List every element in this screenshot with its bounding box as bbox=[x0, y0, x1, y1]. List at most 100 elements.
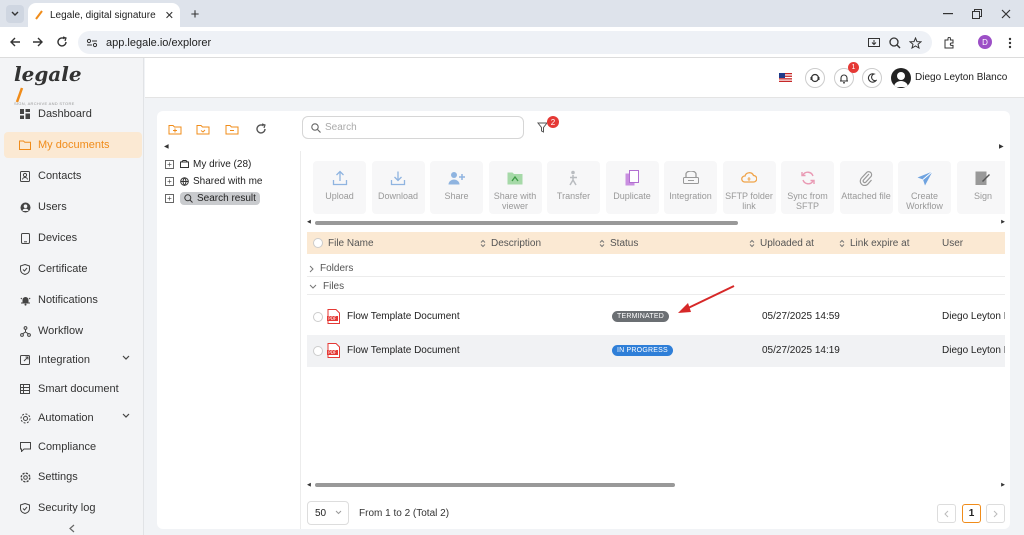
files-group[interactable]: Files bbox=[307, 279, 1005, 295]
reload-button[interactable] bbox=[53, 33, 71, 51]
browser-tab[interactable]: Legale, digital signature ✕ bbox=[28, 3, 180, 27]
upload-button[interactable]: Upload bbox=[313, 161, 366, 214]
page-size-select[interactable]: 50 bbox=[307, 501, 349, 525]
scroll-left-arrow-icon[interactable]: ◀ bbox=[307, 482, 311, 488]
tree-item-shared[interactable]: + Shared with me bbox=[165, 174, 262, 188]
folders-group[interactable]: Folders bbox=[307, 261, 1005, 277]
scroll-left-arrow-icon[interactable]: ◀ bbox=[164, 143, 169, 150]
column-description[interactable]: Description bbox=[480, 238, 541, 249]
transfer-button[interactable]: Transfer bbox=[547, 161, 600, 214]
sidebar-item-workflow[interactable]: Workflow bbox=[4, 318, 142, 344]
toolbar-button-label: Duplicate bbox=[613, 191, 651, 201]
restore-icon bbox=[972, 9, 982, 19]
new-tab-button[interactable]: + bbox=[186, 5, 204, 23]
sidebar-item-dashboard[interactable]: Dashboard bbox=[4, 101, 142, 127]
select-all-checkbox[interactable] bbox=[313, 238, 323, 248]
column-file-name[interactable]: File Name bbox=[328, 238, 374, 249]
search-box[interactable] bbox=[302, 116, 524, 139]
column-link-expire-at[interactable]: Link expire at bbox=[839, 238, 909, 249]
sidebar-item-users[interactable]: Users bbox=[4, 194, 142, 220]
share-with-viewer-button[interactable]: Share with viewer bbox=[488, 161, 542, 214]
pane-divider[interactable] bbox=[300, 151, 301, 529]
row-checkbox[interactable] bbox=[313, 346, 323, 356]
browser-menu-icon[interactable] bbox=[1002, 35, 1018, 51]
url-bar[interactable]: app.legale.io/explorer bbox=[78, 31, 932, 54]
sidebar-item-compliance[interactable]: Compliance bbox=[4, 434, 142, 460]
sign-button[interactable]: Sign bbox=[956, 161, 1005, 214]
scrollbar-thumb[interactable] bbox=[315, 483, 675, 487]
legale-logo[interactable]: legale SIGN, ARCHIVE AND STORE bbox=[14, 62, 84, 106]
column-uploaded-at[interactable]: Uploaded at bbox=[749, 238, 814, 249]
new-folder-button[interactable] bbox=[167, 121, 183, 137]
scroll-right-arrow-icon[interactable]: ▶ bbox=[1001, 219, 1005, 225]
page-number-button[interactable]: 1 bbox=[962, 504, 981, 523]
user-avatar[interactable] bbox=[891, 68, 911, 88]
expand-icon[interactable]: + bbox=[165, 193, 174, 203]
scroll-right-arrow-icon[interactable]: ▶ bbox=[999, 143, 1004, 150]
sftp-folder-link-button[interactable]: SFTP folder link bbox=[722, 161, 776, 214]
legale-favicon-icon bbox=[35, 10, 43, 20]
forward-button[interactable] bbox=[29, 33, 47, 51]
column-user[interactable]: User bbox=[942, 238, 963, 249]
extensions-icon[interactable] bbox=[941, 35, 957, 51]
tab-search-button[interactable] bbox=[6, 5, 24, 23]
sidebar-item-security-log[interactable]: Security log bbox=[4, 495, 142, 521]
table-row[interactable]: PDF Flow Template Document IN PROGRESS 0… bbox=[307, 335, 1005, 367]
refresh-button[interactable] bbox=[253, 121, 269, 137]
sidebar-item-automation[interactable]: Automation bbox=[4, 405, 142, 431]
chevron-down-icon[interactable] bbox=[122, 355, 130, 360]
table-scrollbar[interactable]: ◀ ▶ bbox=[307, 481, 1005, 489]
sidebar-item-settings[interactable]: Settings bbox=[4, 464, 142, 490]
sidebar-item-contacts[interactable]: Contacts bbox=[4, 163, 142, 189]
delete-folder-button[interactable] bbox=[224, 121, 240, 137]
collapse-sidebar-button[interactable] bbox=[65, 522, 79, 534]
table-row[interactable]: PDF Flow Template Document TERMINATED 05… bbox=[307, 301, 1005, 333]
sidebar-item-notifications[interactable]: Notifications bbox=[4, 287, 142, 313]
scroll-right-arrow-icon[interactable]: ▶ bbox=[1001, 482, 1005, 488]
sync-from-sftp-button[interactable]: Sync from SFTP bbox=[781, 161, 834, 214]
chevron-down-icon[interactable] bbox=[122, 413, 130, 418]
sidebar-item-certificate[interactable]: Certificate bbox=[4, 256, 142, 282]
theme-toggle-button[interactable] bbox=[862, 68, 882, 88]
integration-button[interactable]: Integration bbox=[664, 161, 717, 214]
profile-avatar[interactable]: D bbox=[978, 35, 992, 49]
toolbar-scrollbar[interactable]: ◀ ▶ bbox=[307, 219, 1005, 226]
scrollbar-thumb[interactable] bbox=[315, 221, 738, 225]
install-app-icon[interactable] bbox=[866, 35, 882, 51]
bookmark-star-icon[interactable] bbox=[907, 35, 923, 51]
file-name[interactable]: Flow Template Document bbox=[347, 345, 460, 356]
share-button[interactable]: Share bbox=[430, 161, 483, 214]
row-checkbox[interactable] bbox=[313, 312, 323, 322]
support-button[interactable] bbox=[805, 68, 825, 88]
sidebar-item-devices[interactable]: Devices bbox=[4, 225, 142, 251]
tree-item-my-drive[interactable]: + My drive (28) bbox=[165, 157, 251, 171]
minimize-button[interactable] bbox=[938, 4, 958, 24]
sidebar-item-integration[interactable]: Integration bbox=[4, 347, 142, 373]
attached-file-button[interactable]: Attached file bbox=[839, 161, 893, 214]
duplicate-button[interactable]: Duplicate bbox=[605, 161, 659, 214]
expand-icon[interactable]: + bbox=[165, 159, 174, 169]
prev-page-button[interactable] bbox=[937, 504, 956, 523]
back-button[interactable] bbox=[6, 33, 24, 51]
zoom-icon[interactable] bbox=[887, 35, 903, 51]
sftp-link-icon bbox=[741, 169, 757, 187]
download-button[interactable]: Download bbox=[371, 161, 425, 214]
us-flag-icon[interactable] bbox=[779, 73, 792, 82]
expand-icon[interactable]: + bbox=[165, 176, 174, 186]
close-window-button[interactable] bbox=[996, 4, 1016, 24]
scroll-left-arrow-icon[interactable]: ◀ bbox=[307, 219, 311, 225]
user-name[interactable]: Diego Leyton Blanco bbox=[915, 72, 1007, 83]
move-folder-button[interactable] bbox=[195, 121, 211, 137]
restore-button[interactable] bbox=[967, 4, 987, 24]
sidebar-item-my-documents[interactable]: My documents bbox=[4, 132, 142, 158]
create-workflow-button[interactable]: Create Workflow bbox=[898, 161, 951, 214]
sidebar-item-smart-document[interactable]: Smart document bbox=[4, 376, 142, 402]
table-header: File Name Description Status Uploaded at… bbox=[307, 232, 1005, 254]
sidebar-item-label: Smart document bbox=[38, 383, 119, 395]
tree-item-search-result[interactable]: + Search result bbox=[165, 191, 260, 205]
file-name[interactable]: Flow Template Document bbox=[347, 311, 460, 322]
next-page-button[interactable] bbox=[986, 504, 1005, 523]
search-input[interactable] bbox=[325, 122, 515, 133]
close-tab-icon[interactable]: ✕ bbox=[165, 9, 174, 22]
column-status[interactable]: Status bbox=[599, 238, 638, 249]
